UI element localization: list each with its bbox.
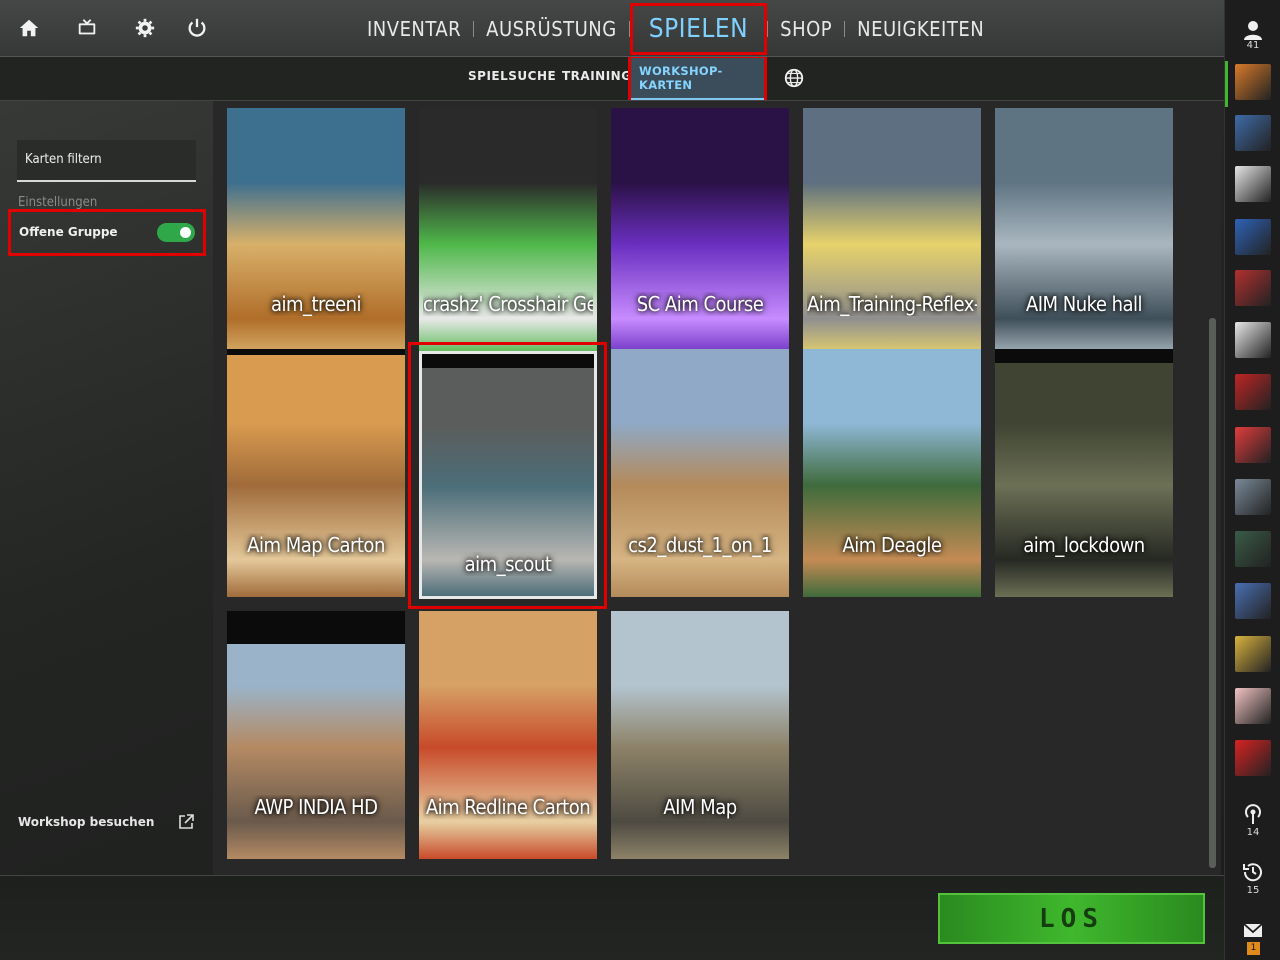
map-name: aim_treeni [270,292,362,316]
workshop-visit-link[interactable]: Workshop besuchen [18,815,154,829]
friend-avatar[interactable] [1235,688,1271,724]
map-tile[interactable]: SC Aim Course [611,108,789,356]
tab-workshop-karten-label: WORKSHOP-KARTEN [631,57,764,100]
map-name: aim_lockdown [1023,533,1145,557]
nav-spielen[interactable]: SPIELEN [629,2,768,55]
map-tile[interactable]: AWP INDIA HD [227,611,405,859]
power-icon[interactable] [185,16,209,40]
gear-icon[interactable] [133,16,157,40]
open-group-setting: Offene Gruppe [8,209,206,256]
map-name: AWP INDIA HD [254,795,378,819]
open-group-label: Offene Gruppe [19,225,118,239]
friend-avatar[interactable] [1235,740,1271,776]
map-thumbnail [995,108,1173,356]
map-thumbnail [419,108,597,356]
map-thumbnail [611,349,789,597]
map-tile[interactable]: Aim Map Carton [227,349,405,597]
letterbox-bar [227,349,405,355]
tab-training[interactable]: TRAINING [562,69,632,83]
friend-avatar[interactable] [1235,270,1271,306]
nav-inventar[interactable]: INVENTAR [355,0,473,57]
top-bar: INVENTAR AUSRÜSTUNG SPIELEN SHOP NEUIGKE… [0,0,1224,57]
open-group-toggle[interactable] [157,223,195,242]
friend-avatar[interactable] [1235,322,1271,358]
map-thumbnail [227,611,405,859]
map-tile[interactable]: Aim_Training-Reflex-... [803,108,981,356]
friend-avatar[interactable] [1235,219,1271,255]
map-thumbnail [611,611,789,859]
nav-ausruestung[interactable]: AUSRÜSTUNG [474,0,629,57]
tv-icon[interactable] [75,16,99,40]
history-icon[interactable] [1241,860,1265,884]
globe-icon[interactable] [783,67,805,89]
map-filter-input[interactable]: Karten filtern [17,140,196,182]
friend-avatar[interactable] [1235,115,1271,151]
mail-count-badge: 1 [1247,942,1260,955]
friend-avatar[interactable] [1235,427,1271,463]
map-thumbnail [611,108,789,356]
friends-rail: 41 14 15 1 [1224,0,1280,960]
map-name: AIM Map [663,795,737,819]
grid-scrollbar[interactable] [1209,318,1216,868]
map-name: Aim Deagle [842,533,942,557]
map-tile[interactable]: aim_treeni [227,108,405,356]
friend-avatar[interactable] [1235,166,1271,202]
map-name: crashz' Crosshair Ge... [423,292,593,316]
broadcast-count: 14 [1246,827,1260,838]
map-thumbnail [995,349,1173,597]
friend-avatar[interactable] [1235,636,1271,672]
map-name: SC Aim Course [636,292,764,316]
map-tile[interactable]: cs2_dust_1_on_1 [611,349,789,597]
map-thumbnail [227,349,405,597]
go-button[interactable]: LOS [938,893,1205,944]
mail-icon[interactable] [1241,918,1265,942]
map-tile[interactable]: AIM Nuke hall [995,108,1173,356]
nav-neuigkeiten[interactable]: NEUIGKEITEN [845,0,996,57]
map-name: Aim Redline Carton [425,795,591,819]
map-thumbnail [419,611,597,859]
map-name: Aim_Training-Reflex-... [807,292,977,316]
map-thumbnail [803,349,981,597]
map-tile[interactable]: AIM Map [611,611,789,859]
main-navigation: INVENTAR AUSRÜSTUNG SPIELEN SHOP NEUIGKE… [355,0,996,57]
sub-navigation: SPIELSUCHE TRAINING WORKSHOP-KARTEN [0,57,1224,101]
history-count: 15 [1246,885,1260,896]
friend-avatar[interactable] [1235,583,1271,619]
map-tile[interactable]: aim_lockdown [995,349,1173,597]
friend-avatar[interactable] [1235,531,1271,567]
external-link-icon[interactable] [177,813,195,831]
selected-map-border [419,351,597,599]
map-tile[interactable]: crashz' Crosshair Ge... [419,108,597,356]
broadcast-icon[interactable] [1241,802,1265,826]
nav-shop[interactable]: SHOP [768,0,844,57]
tab-spielsuche[interactable]: SPIELSUCHE [468,69,556,83]
friend-avatar[interactable] [1235,374,1271,410]
map-name: cs2_dust_1_on_1 [628,533,772,557]
friend-avatar[interactable] [1235,479,1271,515]
map-tile[interactable]: Aim Redline Carton [419,611,597,859]
map-thumbnail [803,108,981,356]
letterbox-bar [227,611,405,644]
friends-count: 41 [1246,40,1260,51]
map-tile[interactable]: Aim Deagle [803,349,981,597]
friend-avatar[interactable] [1235,64,1271,100]
active-friend-indicator [1225,61,1228,107]
friends-icon[interactable] [1241,18,1265,42]
tab-workshop-karten[interactable]: WORKSHOP-KARTEN [628,57,767,100]
map-name: AIM Nuke hall [1025,292,1143,316]
home-icon[interactable] [17,16,41,40]
map-thumbnail [227,108,405,356]
map-name: Aim Map Carton [247,533,385,557]
settings-heading: Einstellungen [18,195,98,210]
letterbox-bar [995,349,1173,363]
